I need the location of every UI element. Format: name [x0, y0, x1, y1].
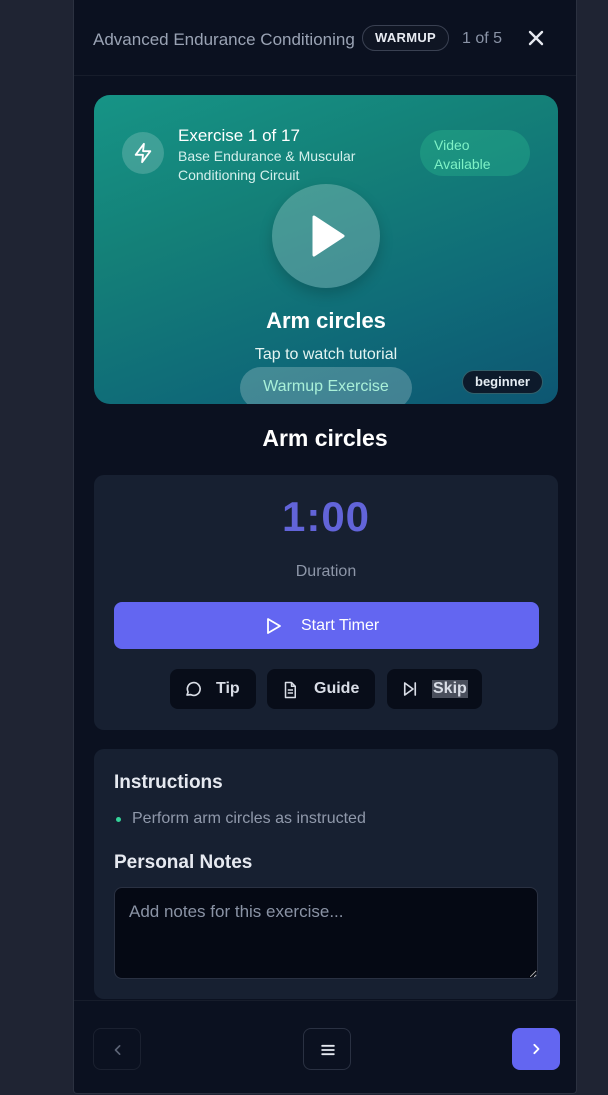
- guide-button[interactable]: Guide: [267, 669, 375, 709]
- skip-button[interactable]: Skip: [387, 669, 482, 709]
- tip-label: Tip: [216, 680, 240, 697]
- video-available-badge: Video Available: [420, 130, 530, 176]
- chevron-left-icon: [114, 1045, 121, 1055]
- instructions-heading: Instructions: [114, 772, 223, 793]
- personal-notes-input[interactable]: [114, 887, 538, 979]
- menu-icon: [321, 1044, 335, 1056]
- exercise-title: Arm circles: [262, 425, 388, 451]
- notes-heading: Personal Notes: [114, 852, 253, 873]
- workout-title: Advanced Endurance Conditioning: [93, 30, 355, 49]
- play-outline-icon: [267, 618, 281, 634]
- close-icon: [528, 30, 544, 46]
- hero-exercise-name: Arm circles: [266, 308, 386, 333]
- phase-badge: WARMUP: [362, 25, 450, 51]
- tap-hint: Tap to watch tutorial: [254, 346, 398, 363]
- lightning-icon: [134, 142, 152, 164]
- footer-nav: [74, 1000, 576, 1093]
- chat-bubble-icon: [186, 681, 201, 697]
- play-video-button[interactable]: [272, 184, 380, 288]
- exercise-panel: Advanced Endurance Conditioning WARMUP 1…: [73, 0, 577, 1094]
- exercise-number: Exercise 1 of 17: [178, 126, 300, 145]
- timer-caption: Duration: [295, 563, 357, 580]
- header: Advanced Endurance Conditioning WARMUP 1…: [74, 0, 576, 76]
- play-icon: [312, 215, 345, 257]
- tip-button[interactable]: Tip: [170, 669, 256, 709]
- start-timer-button[interactable]: Start Timer: [114, 602, 539, 649]
- timer-card: 1:00 Duration Start Timer Tip Guide Skip: [94, 475, 558, 730]
- skip-forward-icon: [403, 682, 417, 696]
- details-card: Instructions Perform arm circles as inst…: [94, 749, 558, 999]
- exercise-type-pill: Warmup Exercise: [240, 367, 412, 404]
- exercise-list-button[interactable]: [303, 1028, 351, 1070]
- chevron-right-icon: [533, 1043, 540, 1055]
- guide-label: Guide: [314, 680, 360, 697]
- difficulty-badge: beginner: [462, 370, 543, 394]
- instruction-item: Perform arm circles as instructed: [132, 810, 366, 827]
- video-hero-card[interactable]: Exercise 1 of 17 Base Endurance & Muscul…: [94, 95, 558, 404]
- document-icon: [284, 681, 296, 699]
- previous-button[interactable]: [93, 1028, 141, 1070]
- skip-label: Skip: [432, 680, 468, 698]
- exercise-type-badge: [122, 132, 164, 174]
- start-timer-label: Start Timer: [301, 617, 380, 634]
- bullet-dot: [116, 817, 121, 822]
- next-button[interactable]: [512, 1028, 560, 1070]
- circuit-name: Base Endurance & Muscular Conditioning C…: [178, 148, 356, 183]
- close-button[interactable]: [524, 26, 548, 50]
- timer-display: 1:00: [281, 493, 371, 540]
- phase-counter: 1 of 5: [462, 30, 503, 47]
